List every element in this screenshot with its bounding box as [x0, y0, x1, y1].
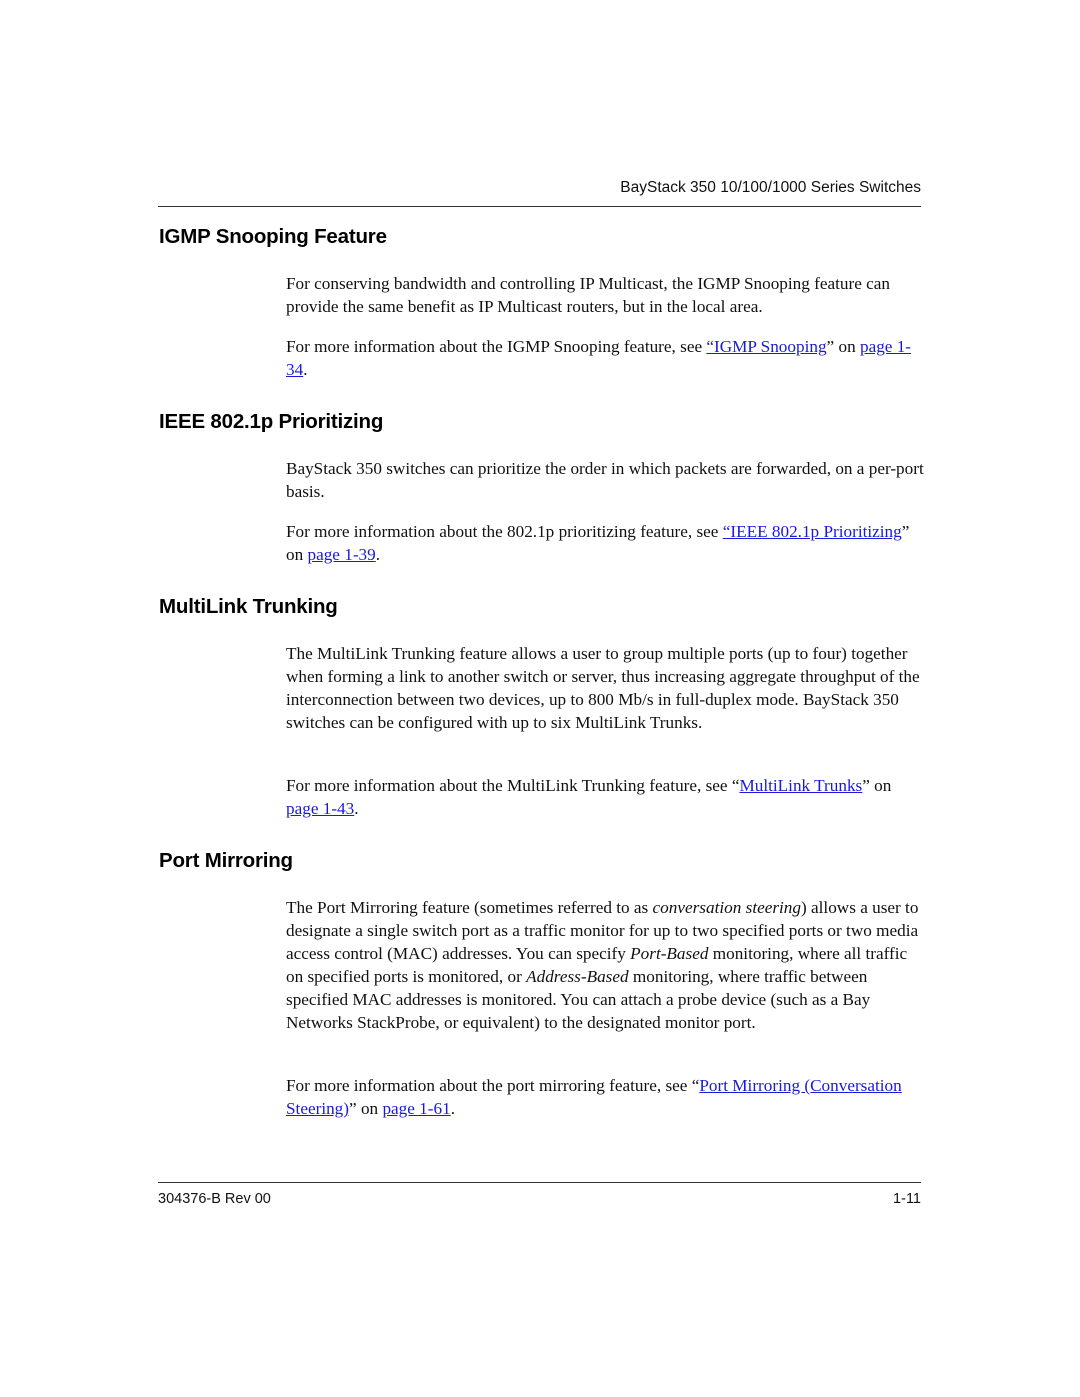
- link-igmp-snooping[interactable]: “IGMP Snooping: [706, 337, 826, 356]
- link-page-1-61[interactable]: page 1-61: [382, 1099, 450, 1118]
- paragraph-port-mirroring-reference: For more information about the port mirr…: [286, 1076, 902, 1118]
- header-rule: [158, 206, 921, 207]
- paragraph-igmp-reference: For more information about the IGMP Snoo…: [286, 337, 912, 379]
- paragraph-multilink-description: The MultiLink Trunking feature allows a …: [286, 644, 920, 732]
- paragraph-igmp-description: For conserving bandwidth and controlling…: [286, 274, 891, 316]
- paragraph-ieee-reference: For more information about the 802.1p pr…: [286, 522, 910, 564]
- paragraph-port-mirroring-description: The Port Mirroring feature (sometimes re…: [286, 898, 919, 1032]
- document-page: BayStack 350 10/100/1000 Series Switches…: [0, 0, 1080, 1397]
- footer-rule: [158, 1182, 921, 1183]
- link-ieee-8021p-prioritizing[interactable]: “IEEE 802.1p Prioritizing: [723, 522, 902, 541]
- link-page-1-39[interactable]: page 1-39: [307, 545, 375, 564]
- paragraph-multilink-reference: For more information about the MultiLink…: [286, 776, 892, 818]
- heading-igmp-snooping: IGMP Snooping Feature: [159, 225, 387, 248]
- running-header: BayStack 350 10/100/1000 Series Switches: [620, 179, 921, 196]
- footer-page-number: 1-11: [893, 1191, 921, 1207]
- link-page-1-43[interactable]: page 1-43: [286, 799, 354, 818]
- link-multilink-trunks[interactable]: MultiLink Trunks: [739, 776, 862, 795]
- heading-port-mirroring: Port Mirroring: [159, 849, 293, 872]
- footer-doc-number: 304376-B Rev 00: [158, 1191, 271, 1207]
- heading-ieee-8021p: IEEE 802.1p Prioritizing: [159, 410, 384, 433]
- paragraph-ieee-description: BayStack 350 switches can prioritize the…: [286, 459, 924, 501]
- heading-multilink-trunking: MultiLink Trunking: [159, 595, 338, 618]
